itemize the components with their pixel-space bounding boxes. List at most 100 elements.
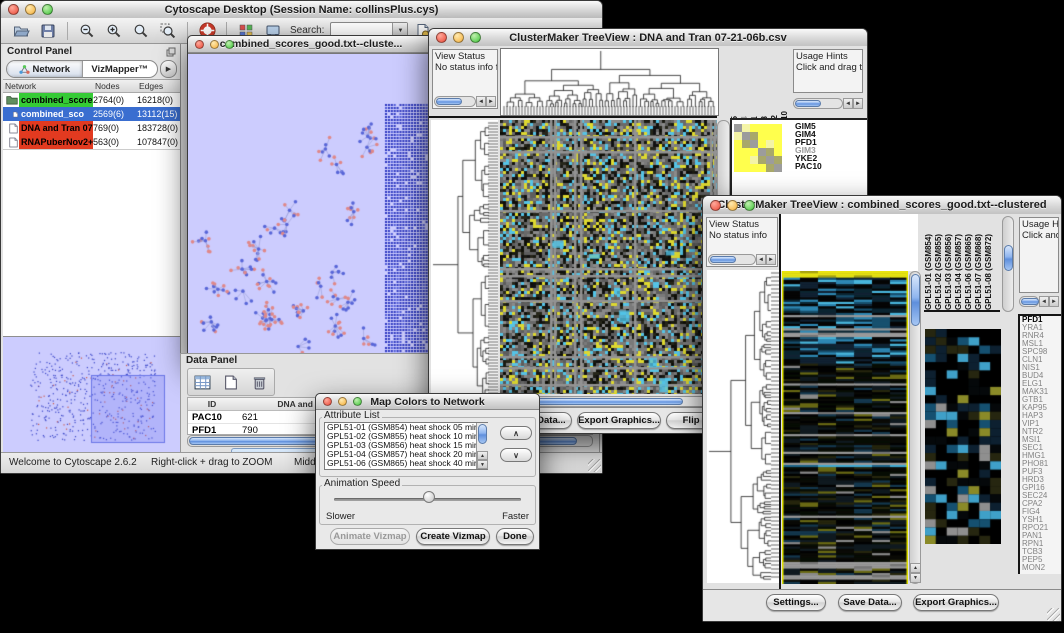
minimize-icon[interactable]	[210, 40, 219, 49]
matrix-cell[interactable]	[742, 124, 750, 132]
matrix-cell[interactable]	[758, 132, 766, 140]
network-list-row-combined-sco[interactable]: combined_sco2569(6)13112(15)	[3, 107, 180, 121]
dialog-titlebar[interactable]: Map Colors to Network	[316, 394, 539, 410]
matrix-cell[interactable]	[742, 132, 750, 140]
row-dendrogram[interactable]	[431, 120, 498, 405]
trash-icon[interactable]	[248, 371, 272, 393]
scroll-up-icon[interactable]: ▲	[477, 451, 488, 460]
matrix-cell[interactable]	[766, 132, 774, 140]
move-down-button[interactable]: ∨	[500, 448, 532, 462]
usage-hints-scrollbar[interactable]: ◄ ►	[793, 98, 863, 109]
matrix-cell[interactable]	[750, 124, 758, 132]
zoom-window-icon[interactable]	[470, 32, 481, 43]
matrix-cell[interactable]	[750, 132, 758, 140]
zoom-fit-icon[interactable]	[129, 20, 153, 42]
matrix-cell[interactable]	[734, 140, 742, 148]
main-titlebar[interactable]: Cytoscape Desktop (Session Name: collins…	[1, 1, 602, 19]
matrix-cell[interactable]	[766, 140, 774, 148]
matrix-cell[interactable]	[734, 124, 742, 132]
matrix-cell[interactable]	[758, 156, 766, 164]
create-vizmap-button[interactable]: Create Vizmap	[416, 528, 490, 545]
close-icon[interactable]	[8, 4, 19, 15]
matrix-cell[interactable]	[742, 140, 750, 148]
matrix-cell[interactable]	[750, 164, 758, 172]
zoom-in-icon[interactable]	[102, 20, 126, 42]
matrix-cell[interactable]	[774, 148, 782, 156]
minimize-icon[interactable]	[727, 200, 738, 211]
matrix-cell[interactable]	[734, 148, 742, 156]
matrix-cell[interactable]	[766, 148, 774, 156]
save-icon[interactable]	[36, 20, 60, 42]
matrix-cell[interactable]	[734, 156, 742, 164]
zoom-window-icon[interactable]	[42, 4, 53, 15]
scroll-right-icon[interactable]: ►	[853, 98, 863, 109]
zoom-selected-icon[interactable]	[156, 20, 180, 42]
gene-label[interactable]: MON2	[1022, 564, 1061, 572]
column-dendrogram[interactable]	[500, 48, 719, 116]
heatmap-vscrollbar[interactable]: ▲ ▼	[909, 271, 921, 584]
network-window-titlebar[interactable]: combined_scores_good.txt--cluste...	[188, 36, 434, 53]
row-dendrogram[interactable]	[707, 270, 779, 583]
scrollbar-thumb[interactable]	[1004, 245, 1013, 271]
matrix-cell[interactable]	[750, 140, 758, 148]
minimize-icon[interactable]	[453, 32, 464, 43]
matrix-cell[interactable]	[758, 148, 766, 156]
gene-label-list[interactable]: PFD1YRA1RNR4MSL1SPC98CLN1NIS1BUD4ELG1MAK…	[1018, 314, 1061, 574]
resize-grip[interactable]	[588, 459, 601, 472]
scroll-up-icon[interactable]: ▲	[910, 563, 921, 573]
matrix-cell[interactable]	[758, 140, 766, 148]
network-list-row-combined-scores[interactable]: combined_scores_2764(0)16218(0)	[3, 93, 180, 107]
attribute-list[interactable]: GPL51-01 (GSM854) heat shock 05 minGPL51…	[324, 422, 488, 470]
float-panel-icon[interactable]	[166, 47, 176, 57]
close-icon[interactable]	[323, 397, 332, 406]
expression-heatmap[interactable]	[500, 120, 717, 394]
zoom-window-icon[interactable]	[353, 397, 362, 406]
labels-vscrollbar[interactable]	[1002, 216, 1014, 312]
matrix-cell[interactable]	[774, 124, 782, 132]
export-graphics-button[interactable]: Export Graphics...	[913, 594, 999, 611]
close-icon[interactable]	[195, 40, 204, 49]
matrix-cell[interactable]	[742, 164, 750, 172]
zoom-out-icon[interactable]	[75, 20, 99, 42]
scrollbar-thumb[interactable]	[911, 274, 920, 326]
status-hscrollbar[interactable]: ◄ ►	[434, 96, 496, 107]
done-button[interactable]: Done	[496, 528, 534, 545]
matrix-cell[interactable]	[766, 124, 774, 132]
close-icon[interactable]	[436, 32, 447, 43]
slider-thumb[interactable]	[423, 491, 435, 503]
attribute-list-scrollbar[interactable]: ▲ ▼	[476, 423, 488, 469]
select-attributes-grid-icon[interactable]	[190, 371, 214, 393]
matrix-cell[interactable]	[742, 156, 750, 164]
resize-grip[interactable]	[1047, 608, 1060, 621]
scroll-right-icon[interactable]: ►	[486, 96, 496, 107]
scroll-left-icon[interactable]: ◄	[1039, 296, 1049, 307]
zoomed-heatmap[interactable]	[925, 329, 1001, 544]
scroll-left-icon[interactable]: ◄	[843, 98, 853, 109]
zoom-window-icon[interactable]	[744, 200, 755, 211]
treeview-combined-titlebar[interactable]: ClusterMaker TreeView : combined_scores_…	[703, 196, 1061, 215]
matrix-cell[interactable]	[758, 164, 766, 172]
settings-button[interactable]: Settings...	[766, 594, 826, 611]
attribute-item[interactable]: GPL51-07 (GSM868) heat shock 60 min	[325, 468, 487, 470]
scrollbar-thumb[interactable]	[478, 424, 487, 444]
minimize-icon[interactable]	[25, 4, 36, 15]
tab-vizmapper[interactable]: VizMapper™	[82, 61, 158, 77]
animate-vizmap-button[interactable]: Animate Vizmap	[330, 528, 410, 545]
matrix-cell[interactable]	[750, 148, 758, 156]
move-up-button[interactable]: ∧	[500, 426, 532, 440]
scroll-right-icon[interactable]: ►	[1049, 296, 1059, 307]
matrix-cell[interactable]	[774, 164, 782, 172]
birdseye-view[interactable]	[5, 339, 177, 445]
zoom-window-icon[interactable]	[225, 40, 234, 49]
matrix-cell[interactable]	[766, 164, 774, 172]
more-tabs-icon[interactable]: ▶	[160, 60, 177, 78]
tab-network[interactable]: Network	[7, 61, 82, 77]
network-list-row-dna-and-tran-07[interactable]: DNA and Tran 07769(0)183728(0)	[3, 121, 180, 135]
usage-hints-scrollbar[interactable]: ◄ ►	[1019, 296, 1059, 307]
open-icon[interactable]	[9, 20, 33, 42]
export-graphics-button[interactable]: Export Graphics...	[577, 412, 661, 429]
matrix-cell[interactable]	[774, 140, 782, 148]
matrix-cell[interactable]	[750, 156, 758, 164]
scroll-left-icon[interactable]: ◄	[476, 96, 486, 107]
scroll-down-icon[interactable]: ▼	[477, 460, 488, 469]
